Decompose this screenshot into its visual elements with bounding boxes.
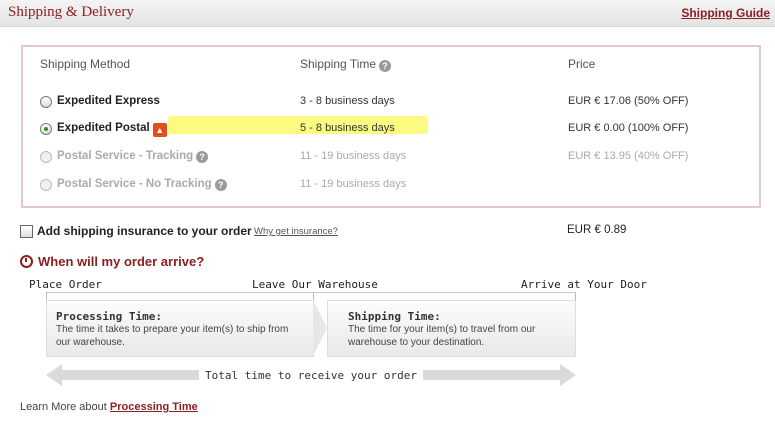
shipping-option-name-text: Expedited Postal [57, 122, 150, 134]
column-header-method: Shipping Method [40, 57, 131, 71]
timeline-label-place-order: Place Order [29, 278, 102, 291]
learn-more: Learn More about Processing Time [20, 401, 198, 413]
alarm-clock-icon [20, 255, 33, 268]
total-time-label: Total time to receive your order [46, 369, 576, 382]
shipping-option-price: EUR € 0.00 (100% OFF) [568, 122, 689, 134]
column-header-price: Price [568, 57, 596, 71]
insurance-price: EUR € 0.89 [567, 224, 627, 236]
shipping-option-time: 3 - 8 business days [300, 95, 395, 107]
insurance-label[interactable]: Add shipping insurance to your order [37, 224, 252, 238]
timeline-label-leave-warehouse: Leave Our Warehouse [252, 278, 378, 291]
shipping-option-name: Postal Service - Tracking? [57, 150, 209, 163]
shipping-option-time: 5 - 8 business days [300, 122, 395, 134]
total-time-text: Total time to receive your order [199, 369, 423, 382]
shipping-guide-link[interactable]: Shipping Guide [681, 6, 770, 20]
column-header-time: Shipping Time? [300, 57, 392, 72]
shipping-option-price: EUR € 13.95 (40% OFF) [568, 150, 689, 162]
shipping-option-price: EUR € 17.06 (50% OFF) [568, 95, 689, 107]
radio-button-selected[interactable] [40, 123, 52, 135]
help-icon[interactable]: ? [214, 179, 227, 191]
insurance-row: Add shipping insurance to your order Why… [20, 223, 760, 241]
processing-time-link[interactable]: Processing Time [110, 401, 198, 413]
column-header-time-label: Shipping Time [300, 57, 377, 71]
shipping-option-expedited-express[interactable]: Expedited Express 3 - 8 business days EU… [23, 93, 759, 113]
processing-time-desc: The time it takes to prepare your item(s… [56, 324, 289, 348]
learn-more-prefix: Learn More about [20, 401, 107, 413]
shipping-option-postal-no-tracking[interactable]: Postal Service - No Tracking? 11 - 19 bu… [23, 176, 759, 196]
arrival-heading-text: When will my order arrive? [38, 254, 205, 269]
arrival-heading: When will my order arrive? [20, 254, 204, 269]
timeline-line [46, 292, 576, 293]
shipping-option-postal-tracking[interactable]: Postal Service - Tracking? 11 - 19 busin… [23, 148, 759, 168]
shipping-methods-panel: Shipping Method Shipping Time? Price Exp… [21, 45, 761, 208]
why-insurance-link[interactable]: Why get insurance? [254, 226, 338, 237]
thumbs-up-icon: ▲ [152, 123, 167, 137]
radio-button-disabled[interactable] [40, 151, 52, 163]
shipping-time-desc: The time for your item(s) to travel from… [348, 324, 536, 348]
processing-time-panel: Processing Time: The time it takes to pr… [46, 300, 314, 357]
page-title: Shipping & Delivery [8, 4, 134, 20]
timeline-label-arrive: Arrive at Your Door [521, 278, 647, 291]
processing-time-title: Processing Time: [56, 310, 162, 323]
shipping-option-name-text: Postal Service - Tracking [57, 150, 194, 162]
shipping-option-name-text: Postal Service - No Tracking [57, 178, 212, 190]
insurance-checkbox[interactable] [20, 225, 33, 238]
help-icon[interactable]: ? [196, 151, 209, 163]
shipping-time-title: Shipping Time: [348, 310, 441, 323]
header-bar: Shipping & Delivery Shipping Guide [0, 0, 775, 27]
shipping-option-name: Expedited Express [57, 95, 160, 107]
help-icon[interactable]: ? [379, 60, 392, 72]
shipping-option-expedited-postal[interactable]: Expedited Postal ▲ 5 - 8 business days EU… [23, 120, 759, 140]
shipping-option-time: 11 - 19 business days [300, 178, 407, 190]
shipping-option-name: Postal Service - No Tracking? [57, 178, 227, 191]
radio-button-disabled[interactable] [40, 179, 52, 191]
radio-button[interactable] [40, 96, 52, 108]
chevron-right-icon [313, 300, 327, 356]
shipping-option-name: Expedited Postal ▲ [57, 122, 167, 137]
total-time-arrow: Total time to receive your order [46, 364, 576, 386]
shipping-time-panel: Shipping Time: The time for your item(s)… [327, 300, 576, 357]
shipping-option-time: 11 - 19 business days [300, 150, 407, 162]
